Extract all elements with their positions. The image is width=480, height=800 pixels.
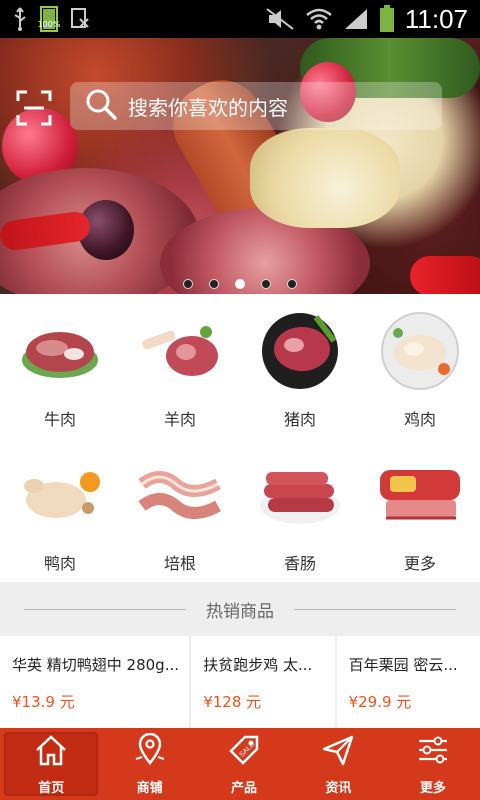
battery-icon: 100% xyxy=(37,6,61,32)
product-price: ¥13.9 元 xyxy=(12,693,75,711)
send-icon xyxy=(321,733,355,771)
category-more[interactable]: 更多 xyxy=(360,438,480,582)
category-chicken[interactable]: 鸡肉 xyxy=(360,294,480,438)
signal-icon xyxy=(343,7,369,31)
nav-label: 商铺 xyxy=(136,780,163,796)
bottom-nav: 首页 商铺 SALE 产品 资讯 更多 xyxy=(0,728,480,800)
store-map-icon xyxy=(133,732,167,771)
chicken-image xyxy=(375,306,465,396)
category-label: 牛肉 xyxy=(43,410,76,429)
search-input[interactable]: 搜索你喜欢的内容 xyxy=(70,82,442,130)
nav-more[interactable]: 更多 xyxy=(386,728,480,800)
pork-image xyxy=(255,306,345,396)
category-pork[interactable]: 猪肉 xyxy=(240,294,360,438)
svg-text:SALE: SALE xyxy=(238,740,256,758)
category-grid: 牛肉 羊肉 猪肉 鸡肉 鸭肉 培根 香肠 更多 xyxy=(0,294,480,582)
more-image xyxy=(375,450,465,540)
banner-cheese xyxy=(250,128,400,228)
beef-image xyxy=(15,306,105,396)
status-bar: 100% 11:07 xyxy=(0,0,480,38)
nav-label: 产品 xyxy=(231,780,258,796)
category-label: 培根 xyxy=(163,554,196,573)
search-placeholder: 搜索你喜欢的内容 xyxy=(128,95,288,120)
home-icon xyxy=(34,733,68,771)
pagination-dot-active[interactable] xyxy=(235,279,245,289)
nav-store[interactable]: 商铺 xyxy=(102,728,196,800)
doc-icon xyxy=(70,7,90,31)
pagination-dot[interactable] xyxy=(183,279,193,289)
pagination-dot[interactable] xyxy=(209,279,219,289)
nav-label: 首页 xyxy=(38,780,65,796)
pagination-dot[interactable] xyxy=(261,279,271,289)
category-label: 羊肉 xyxy=(163,410,196,429)
lamb-image xyxy=(135,306,225,396)
category-lamb[interactable]: 羊肉 xyxy=(120,294,240,438)
hero-banner[interactable]: 搜索你喜欢的内容 xyxy=(0,38,480,294)
nav-label: 更多 xyxy=(419,780,446,796)
nav-label: 资讯 xyxy=(325,780,352,796)
mute-icon xyxy=(265,7,295,31)
category-duck[interactable]: 鸭肉 xyxy=(0,438,120,582)
pagination-dot[interactable] xyxy=(287,279,297,289)
clock: 11:07 xyxy=(404,3,468,34)
wifi-icon xyxy=(305,7,333,31)
category-beef[interactable]: 牛肉 xyxy=(0,294,120,438)
product-card[interactable]: 百年栗园 密云... ¥29.9 元 xyxy=(336,636,480,728)
product-price: ¥29.9 元 xyxy=(348,693,412,711)
battery-icon-right xyxy=(379,5,395,33)
divider xyxy=(294,608,456,610)
settings-sliders-icon xyxy=(416,733,450,771)
bacon-image xyxy=(135,450,225,540)
product-card[interactable]: 扶贫跑步鸡 太... ¥128 元 xyxy=(191,636,335,728)
hot-products-list: 华英 精切鸭翅中 280g... ¥13.9 元 扶贫跑步鸡 太... ¥128… xyxy=(0,636,480,728)
scan-icon[interactable] xyxy=(16,90,52,126)
product-name: 华英 精切鸭翅中 280g... xyxy=(12,656,179,674)
category-label: 香肠 xyxy=(283,554,316,573)
divider xyxy=(24,608,186,610)
category-label: 鸭肉 xyxy=(43,554,76,573)
product-price: ¥128 元 xyxy=(203,693,262,711)
product-name: 百年栗园 密云... xyxy=(348,656,458,674)
product-card[interactable]: 华英 精切鸭翅中 280g... ¥13.9 元 xyxy=(0,636,190,728)
duck-image xyxy=(15,450,105,540)
sale-tag-icon: SALE xyxy=(227,733,261,771)
nav-products[interactable]: SALE 产品 xyxy=(197,728,291,800)
category-sausage[interactable]: 香肠 xyxy=(240,438,360,582)
banner-pagination xyxy=(0,279,480,289)
category-label: 更多 xyxy=(403,554,436,573)
search-icon xyxy=(84,87,118,125)
nav-home[interactable]: 首页 xyxy=(4,732,99,796)
battery-level: 100% xyxy=(37,20,61,29)
usb-icon xyxy=(12,6,28,32)
hot-section-header: 热销商品 xyxy=(0,582,480,636)
category-label: 猪肉 xyxy=(283,410,316,429)
section-title: 热销商品 xyxy=(206,601,274,622)
product-name: 扶贫跑步鸡 太... xyxy=(203,656,313,674)
sausage-image xyxy=(255,450,345,540)
nav-news[interactable]: 资讯 xyxy=(291,728,385,800)
category-label: 鸡肉 xyxy=(403,410,436,429)
category-bacon[interactable]: 培根 xyxy=(120,438,240,582)
